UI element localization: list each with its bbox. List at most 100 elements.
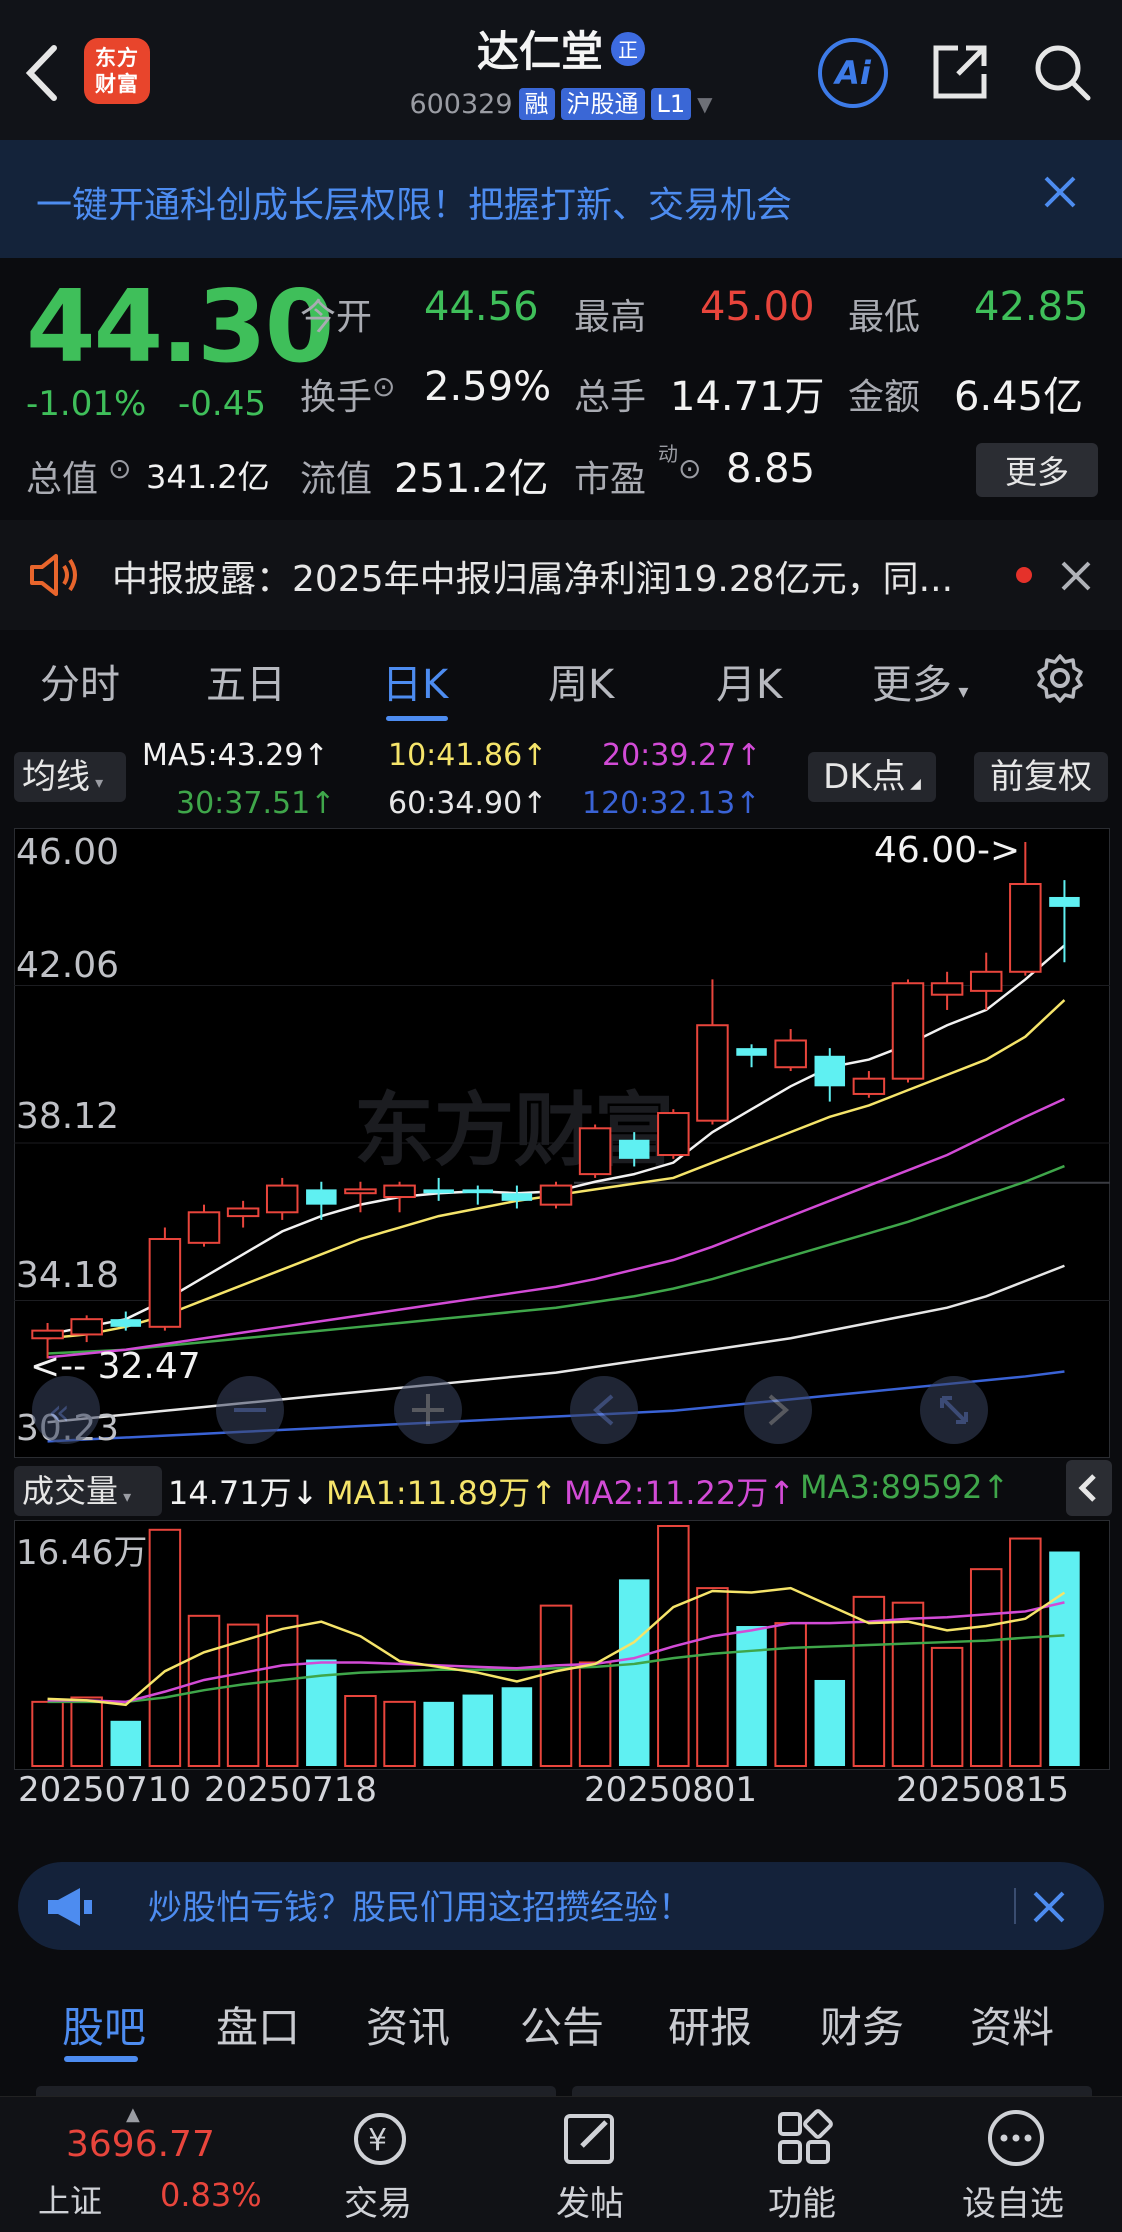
info-icon[interactable]: ⊙ (372, 370, 395, 403)
tab-weekly-k[interactable]: 周K (548, 652, 614, 710)
nav-functions[interactable]: 功能 (768, 2176, 836, 2225)
index-value[interactable]: 3696.77 (66, 2124, 215, 2165)
candle-body-down (501, 1193, 533, 1201)
scroll-left-button[interactable] (570, 1376, 638, 1444)
ma60-value: 60:34.90↑ (388, 786, 548, 821)
dk-point-button[interactable]: DK点 ◢ (808, 752, 936, 802)
ma5-value: MA5:43.29↑ (142, 738, 329, 773)
tab-research[interactable]: 研报 (668, 1994, 752, 2055)
volume-bar-down (618, 1579, 650, 1766)
content-card-edge (572, 2086, 1092, 2096)
close-icon[interactable] (1030, 1888, 1068, 1926)
candle-body-up (31, 1329, 64, 1340)
candle-body-up (148, 1238, 182, 1328)
high-value: 45.00 (700, 284, 815, 330)
amount-value: 6.45亿 (954, 374, 1084, 420)
volume-bar-up (226, 1623, 260, 1767)
more-circle-icon[interactable] (984, 2106, 1048, 2170)
volume-bar-up (383, 1700, 416, 1767)
candle-body-down (110, 1319, 142, 1327)
float-label: 流值 (300, 459, 373, 500)
volume-bar-up (344, 1695, 377, 1767)
tab-more[interactable]: 更多 ▾ (872, 652, 968, 710)
indicator-select[interactable]: 均线 ▾ (14, 752, 126, 802)
volume-bar-up (930, 1646, 964, 1767)
chevron-down-icon: ▼ (697, 92, 713, 116)
index-change[interactable]: 0.83% (160, 2176, 262, 2214)
date-label: 20250815 (896, 1770, 1070, 1810)
volume-bar-up (1009, 1537, 1042, 1767)
ai-assistant-icon[interactable]: Ai (818, 38, 888, 108)
tab-five-day[interactable]: 五日 (206, 652, 286, 710)
info-icon[interactable]: ⊙ (678, 452, 701, 485)
notice-text[interactable]: 中报披露：2025年中报归属净利润19.28亿元，同... (112, 550, 953, 602)
amount-label: 金额 (848, 377, 921, 418)
gear-icon[interactable] (1034, 652, 1086, 704)
zheng-badge: 正 (611, 31, 645, 66)
volume-bar-down (110, 1720, 142, 1766)
pe-label[interactable]: 市盈 (574, 450, 646, 502)
tab-order-book[interactable]: 盘口 (216, 1994, 300, 2055)
pe-dynamic-sup: 动 (658, 442, 678, 466)
trade-icon[interactable]: ¥ (346, 2110, 414, 2168)
collapse-panel-button[interactable] (1066, 1460, 1112, 1516)
candle-body-up (891, 982, 925, 1080)
volume-bar-up (891, 1601, 925, 1767)
scroll-right-button[interactable] (744, 1376, 812, 1444)
tag-level: L1 (650, 88, 692, 120)
candle-body-up (539, 1184, 573, 1206)
tab-news[interactable]: 资讯 (366, 1994, 450, 2055)
y-tick: 38.12 (16, 1096, 119, 1137)
corner-icon: ◢ (905, 776, 921, 792)
close-icon[interactable] (1040, 172, 1080, 212)
volume-bar-down (501, 1687, 533, 1766)
volume-value: 14.71万↓ (168, 1474, 319, 1512)
tab-announcements[interactable]: 公告 (520, 1994, 604, 2055)
share-icon[interactable] (928, 40, 992, 104)
nav-trade[interactable]: 交易 (344, 2176, 412, 2225)
mktcap-value: 341.2亿 (146, 458, 270, 496)
volume-chart[interactable]: 16.46万 (14, 1520, 1110, 1770)
tab-monthly-k[interactable]: 月K (716, 652, 782, 710)
y-tick: 46.00 (16, 832, 119, 873)
date-label: 20250718 (204, 1770, 378, 1810)
tab-profile[interactable]: 资料 (970, 1994, 1054, 2055)
index-name[interactable]: 上证 (38, 2176, 102, 2222)
caret-up-icon: ▲ (126, 2104, 140, 2125)
nav-post[interactable]: 发帖 (556, 2176, 624, 2225)
svg-text:¥: ¥ (368, 2123, 387, 2158)
tab-daily-k[interactable]: 日K (382, 652, 448, 710)
dk-point-label: DK点 (823, 757, 906, 797)
low-label: 最低 (848, 297, 921, 338)
turnover-label[interactable]: 换手 (300, 368, 372, 420)
double-chevron-left-icon: « (48, 1392, 70, 1433)
kline-chart[interactable]: 东方财富 46.00 42.06 38.12 34.18 30.23 46.00… (14, 828, 1110, 1458)
info-icon[interactable]: ⊙ (108, 452, 131, 485)
grid-icon[interactable] (774, 2108, 834, 2168)
stock-code: 600329 (409, 88, 513, 120)
ad-text[interactable]: 炒股怕亏钱？股民们用这招攒经验！ (148, 1880, 692, 1929)
adjust-button[interactable]: 前复权 (974, 752, 1108, 802)
candle-body-down (814, 1055, 846, 1087)
tab-intraday[interactable]: 分时 (40, 652, 120, 710)
indicator-select-label: 均线 (22, 757, 90, 797)
volume-select-label: 成交量 (22, 1472, 119, 1510)
tab-forum[interactable]: 股吧 (62, 1994, 146, 2055)
high-label: 最高 (574, 297, 647, 338)
volume-bar-up (70, 1696, 103, 1767)
candle-body-up (344, 1188, 377, 1195)
ma10-value: 10:41.86↑ (388, 738, 548, 773)
y-tick: 34.18 (16, 1255, 119, 1296)
compose-icon[interactable] (560, 2110, 622, 2168)
promo-text[interactable]: 一键开通科创成长层权限！把握打新、交易机会 (36, 176, 792, 228)
float-value: 251.2亿 (394, 456, 549, 502)
volume-bar-up (31, 1700, 64, 1767)
close-icon[interactable] (1058, 558, 1094, 594)
volume-indicator-select[interactable]: 成交量 ▾ (14, 1466, 162, 1516)
mktcap-label[interactable]: 总值 (26, 450, 98, 502)
nav-add-watchlist[interactable]: 设自选 (962, 2176, 1064, 2225)
more-quote-button[interactable]: 更多 (976, 443, 1098, 497)
unread-dot (1016, 567, 1032, 583)
tab-finance[interactable]: 财务 (820, 1994, 904, 2055)
search-icon[interactable] (1030, 40, 1094, 104)
